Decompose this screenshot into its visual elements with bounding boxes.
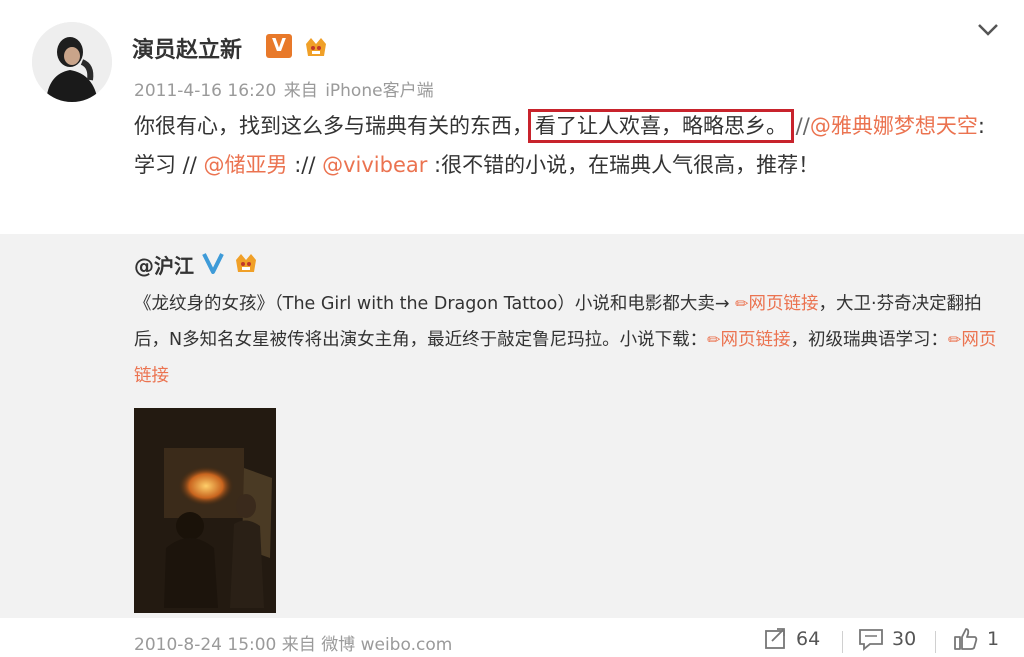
repost-icon: [765, 628, 785, 649]
avatar[interactable]: [32, 22, 112, 102]
comment-icon: [859, 629, 883, 651]
repost-author[interactable]: @沪江: [134, 250, 194, 279]
movie-poster-image[interactable]: [134, 408, 276, 613]
mention-link[interactable]: @雅典娜梦想天空: [810, 114, 978, 138]
link-icon: ✏: [707, 330, 721, 349]
author-name[interactable]: 演员赵立新: [132, 32, 242, 64]
web-link[interactable]: ✏网页链接: [735, 294, 818, 314]
member-level-icon[interactable]: [302, 34, 330, 60]
source-prefix: 来自: [281, 635, 316, 655]
web-link[interactable]: ✏网页链接: [707, 330, 790, 350]
repost-text-part: 《龙纹身的女孩》（The Girl with the Dragon Tattoo…: [134, 294, 736, 314]
web-link-label: 网页链接: [748, 294, 819, 314]
repost-text-part: ，初级瑞典语学习：: [790, 330, 949, 350]
post-text-part: 你很有心，找到这么多与瑞典有关的东西，: [134, 114, 533, 138]
web-link-label: 网页链接: [720, 330, 791, 350]
highlighted-text: 看了让人欢喜，略略思乡。: [528, 109, 794, 143]
post-meta: 2011-4-16 16:20 来自 iPhone客户端: [134, 76, 436, 101]
repost-timestamp[interactable]: 2010-8-24 15:00: [134, 635, 276, 655]
member-level-icon[interactable]: [232, 250, 260, 276]
repost-meta: 2010-8-24 15:00 来自 微博 weibo.com: [134, 630, 452, 655]
repost-separator: //: [789, 114, 810, 138]
post-text-part: ://: [287, 153, 323, 177]
comment-button[interactable]: 30: [858, 627, 916, 651]
like-count: 1: [987, 628, 1000, 650]
chevron-down-icon[interactable]: [975, 20, 1001, 40]
comment-count: 30: [892, 628, 917, 650]
source-prefix: 来自: [283, 81, 318, 101]
repost-count: 64: [796, 628, 821, 650]
repost-button[interactable]: 64: [764, 627, 820, 651]
divider: [935, 631, 936, 653]
repost-source[interactable]: 微博 weibo.com: [321, 635, 452, 655]
repost-box: @沪江 《龙纹身的女孩》（The Girl with the Dragon Ta…: [0, 234, 1024, 618]
post-source[interactable]: iPhone客户端: [325, 81, 433, 101]
repost-text: 《龙纹身的女孩》（The Girl with the Dragon Tattoo…: [134, 286, 1004, 394]
link-icon: ✏: [735, 294, 749, 313]
like-button[interactable]: 1: [953, 627, 999, 651]
thumbs-up-icon: [954, 628, 978, 650]
post-text-part: :很不错的小说，在瑞典人气很高，推荐！: [427, 153, 820, 177]
post-text: 你很有心，找到这么多与瑞典有关的东西，看了让人欢喜，略略思乡。 //@雅典娜梦想…: [134, 107, 994, 185]
verified-icon: V: [266, 34, 292, 58]
mention-link[interactable]: @vivibear: [322, 153, 427, 177]
verified-icon: [202, 250, 224, 274]
post-timestamp[interactable]: 2011-4-16 16:20: [134, 81, 276, 101]
link-icon: ✏: [948, 330, 962, 349]
mention-link[interactable]: @储亚男: [204, 153, 288, 177]
divider: [842, 631, 843, 653]
